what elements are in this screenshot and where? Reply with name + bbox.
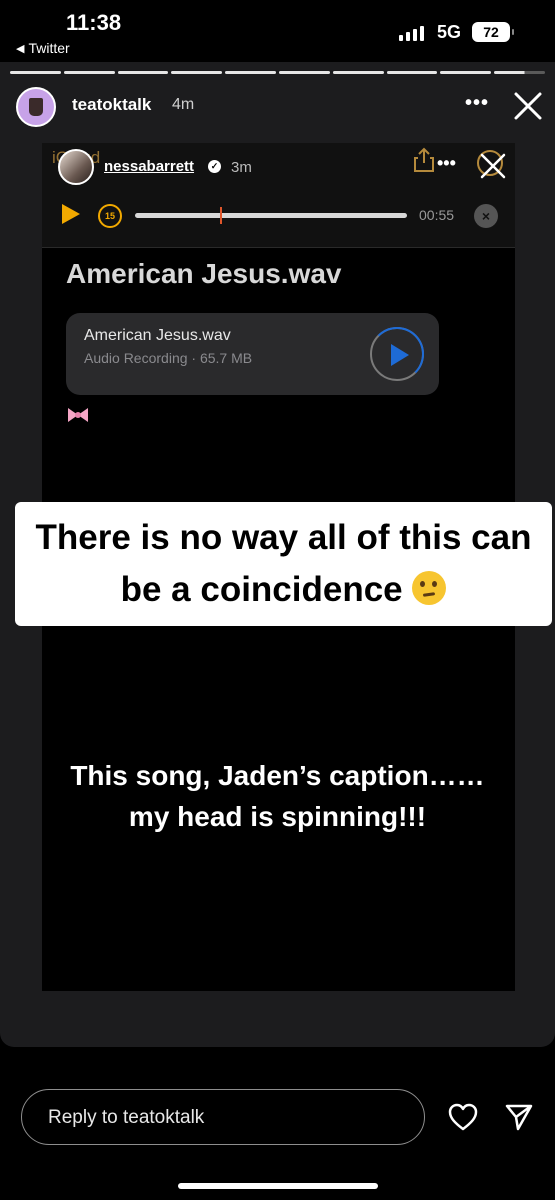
- story-time-ago: 4m: [172, 96, 195, 113]
- audio-scrubber: [135, 207, 407, 224]
- play-icon: [62, 204, 80, 224]
- embedded-username: nessabarrett: [104, 158, 195, 175]
- progress-segment: [332, 71, 384, 74]
- ribbon-bow-icon: [68, 408, 88, 422]
- progress-segment: [171, 71, 223, 74]
- cup-icon: [29, 98, 43, 116]
- skip-back-15-icon: 15: [98, 204, 122, 228]
- story-avatar[interactable]: [16, 87, 56, 127]
- battery-icon: 72: [472, 22, 514, 42]
- back-triangle-icon: ◀: [16, 42, 25, 55]
- share-icon: [414, 147, 434, 172]
- progress-segment-current: [494, 71, 545, 74]
- home-indicator[interactable]: [178, 1183, 378, 1189]
- cellular-signal-icon: [399, 26, 424, 41]
- progress-segment: [10, 71, 61, 74]
- reply-placeholder: Reply to teatoktalk: [48, 1107, 205, 1128]
- attachment-play-icon: [370, 327, 424, 381]
- overlay-line-1: This song, Jaden’s caption……: [70, 760, 485, 791]
- attachment-meta: Audio Recording · 65.7 MB: [84, 350, 253, 366]
- verified-badge-icon: ✓: [208, 160, 221, 173]
- progress-segment: [386, 71, 438, 74]
- thinking-face-icon: [412, 571, 447, 605]
- reply-input[interactable]: Reply to teatoktalk: [21, 1089, 425, 1145]
- embedded-avatar: [58, 149, 94, 185]
- progress-segment: [440, 71, 492, 74]
- heart-icon[interactable]: [447, 1102, 479, 1132]
- close-icon[interactable]: [510, 88, 546, 124]
- more-options-button[interactable]: •••: [465, 92, 489, 115]
- caption-sticker: There is no way all of this can be a coi…: [15, 502, 552, 626]
- audio-player-header: iCloud nessabarrett ✓ 3m ••• 15 00:55 ×: [42, 143, 515, 248]
- caption-text: There is no way all of this can be a coi…: [35, 517, 532, 610]
- progress-segment: [117, 71, 169, 74]
- back-app-label: Twitter: [28, 40, 70, 56]
- network-type: 5G: [437, 22, 462, 42]
- progress-segment: [63, 71, 115, 74]
- battery-level: 72: [483, 24, 499, 40]
- progress-segment: [278, 71, 330, 74]
- send-icon[interactable]: [504, 1102, 534, 1132]
- story-progress-bar: [10, 71, 545, 74]
- back-to-app-link[interactable]: ◀ Twitter: [16, 40, 70, 56]
- clear-icon: ×: [474, 204, 498, 228]
- overlay-line-2: my head is spinning!!!: [128, 800, 427, 832]
- story-username[interactable]: teatoktalk: [72, 95, 151, 115]
- audio-attachment-card: American Jesus.wav Audio Recording · 65.…: [66, 313, 439, 395]
- play-triangle-icon: [391, 344, 409, 366]
- progress-segment: [225, 71, 276, 74]
- attachment-name: American Jesus.wav: [84, 327, 231, 344]
- status-time: 11:38: [66, 10, 122, 35]
- scrubber-playhead: [220, 207, 222, 224]
- embedded-more-icon: •••: [437, 153, 456, 173]
- note-title: American Jesus.wav: [66, 258, 342, 289]
- story-overlay-text: This song, Jaden’s caption…… my head is …: [0, 756, 555, 837]
- audio-duration: 00:55: [419, 207, 455, 223]
- embedded-close-icon: [477, 150, 506, 179]
- embedded-time-ago: 3m: [231, 159, 252, 176]
